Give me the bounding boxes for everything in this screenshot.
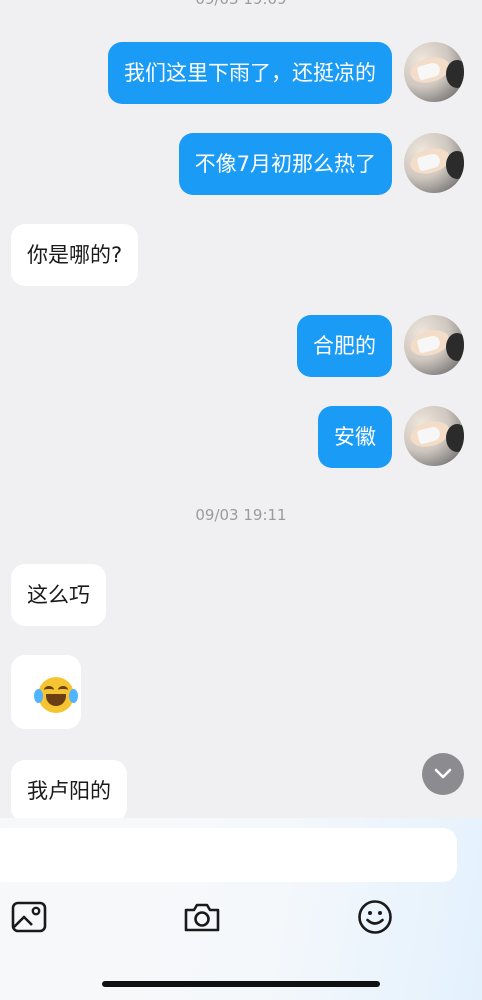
chevron-down-icon: [434, 768, 452, 779]
chat-thread[interactable]: 09/03 19:09 我们这里下雨了，还挺凉的 不像7月初那么热了 你是哪的?…: [0, 0, 482, 818]
image-icon: [11, 901, 47, 933]
message-bubble-outgoing[interactable]: 安徽: [318, 406, 392, 468]
message-row: [0, 655, 482, 729]
avatar[interactable]: [404, 315, 464, 375]
laughing-tears-emoji-icon: [34, 677, 78, 713]
message-bubble-incoming[interactable]: 这么巧: [11, 564, 106, 626]
message-row: 我们这里下雨了，还挺凉的: [0, 42, 482, 104]
avatar[interactable]: [404, 42, 464, 102]
message-bubble-outgoing[interactable]: 合肥的: [297, 315, 392, 377]
smiley-icon: [358, 900, 392, 934]
message-row: 我卢阳的: [0, 760, 482, 818]
message-row: 合肥的: [0, 315, 482, 377]
message-bubble-incoming[interactable]: 你是哪的?: [11, 224, 139, 286]
message-row: 你是哪的?: [0, 224, 482, 286]
camera-button[interactable]: [182, 898, 222, 938]
timestamp-top: 09/03 19:09: [0, 0, 482, 8]
message-row: 不像7月初那么热了: [0, 133, 482, 195]
avatar[interactable]: [404, 406, 464, 466]
scroll-to-bottom-button[interactable]: [422, 753, 464, 795]
message-row: 安徽: [0, 406, 482, 468]
message-bubble-incoming[interactable]: 我卢阳的: [11, 760, 127, 818]
gallery-button[interactable]: [10, 898, 50, 938]
timestamp-mid: 09/03 19:11: [195, 506, 287, 524]
avatar[interactable]: [404, 133, 464, 193]
message-row: 这么巧: [0, 564, 482, 626]
message-bubble-outgoing[interactable]: 我们这里下雨了，还挺凉的: [108, 42, 392, 104]
message-input[interactable]: [0, 828, 457, 882]
message-bubble-outgoing[interactable]: 不像7月初那么热了: [178, 133, 392, 195]
emoji-button[interactable]: [356, 898, 396, 938]
message-bubble-incoming-emoji[interactable]: [11, 655, 81, 729]
composer-bar: [0, 818, 482, 1000]
camera-icon: [184, 903, 220, 932]
home-indicator: [102, 981, 380, 987]
